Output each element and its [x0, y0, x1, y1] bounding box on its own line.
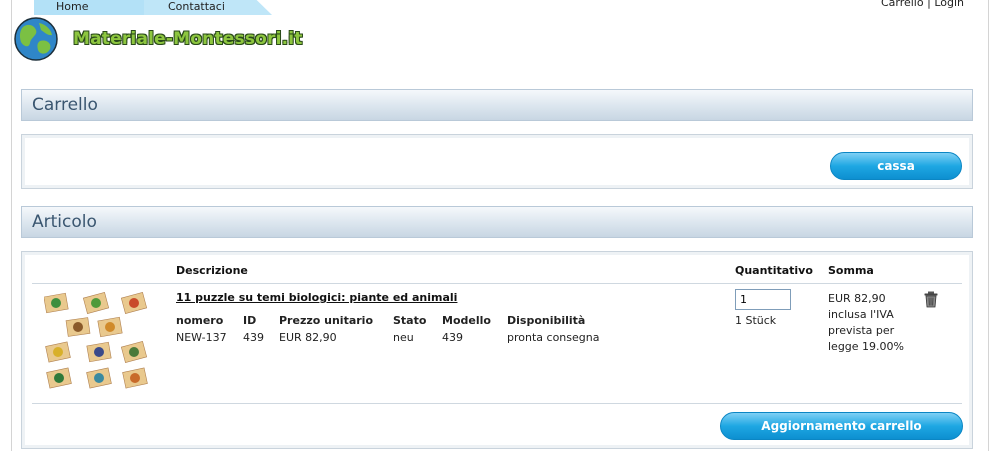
- quantity-input[interactable]: [735, 289, 791, 310]
- attr-value-unit-price: EUR 82,90: [279, 331, 337, 344]
- page-border-right: [988, 0, 989, 451]
- attr-header-id: ID: [243, 314, 257, 327]
- attr-header-state: Stato: [393, 314, 427, 327]
- col-sum-header: Somma: [828, 264, 874, 277]
- attr-value-model: 439: [442, 331, 463, 344]
- attr-value-id: 439: [243, 331, 264, 344]
- attr-header-unit-price: Prezzo unitario: [279, 314, 374, 327]
- item-divider: [32, 403, 962, 404]
- trash-icon[interactable]: [923, 291, 939, 308]
- vat-note-line-3: legge 19.00%: [828, 340, 904, 353]
- attr-value-state: neu: [393, 331, 414, 344]
- cart-section-title: Carrello: [32, 95, 98, 115]
- globe-logo-icon[interactable]: [14, 17, 58, 61]
- attr-value-availability: pronta consegna: [507, 331, 600, 344]
- checkout-button[interactable]: cassa: [830, 152, 962, 180]
- attr-header-availability: Disponibilità: [507, 314, 586, 327]
- login-link[interactable]: Login: [934, 0, 964, 9]
- col-quantity-header: Quantitativo: [735, 264, 813, 277]
- tab-contact[interactable]: Contattaci: [144, 0, 272, 15]
- line-total: EUR 82,90 inclusa l'IVA prevista per leg…: [828, 291, 904, 355]
- cart-link[interactable]: Carrello: [881, 0, 924, 9]
- tab-home-label: Home: [56, 0, 89, 13]
- product-name-link[interactable]: 11 puzzle su temi biologici: piante ed a…: [176, 291, 457, 304]
- quantity-unit: 1 Stück: [735, 314, 777, 327]
- tab-home[interactable]: Home: [34, 0, 158, 15]
- update-cart-button[interactable]: Aggiornamento carrello: [720, 412, 963, 440]
- header-divider: [32, 283, 962, 284]
- attr-value-number: NEW-137: [176, 331, 227, 344]
- header-links: Carrello | Login: [881, 0, 964, 9]
- articles-section-bar: Articolo: [21, 206, 973, 238]
- link-separator: |: [927, 0, 931, 9]
- product-thumbnail[interactable]: [44, 292, 158, 392]
- page-border-left: [11, 0, 12, 451]
- vat-note-line-2: prevista per: [828, 324, 895, 337]
- attr-header-number: nomero: [176, 314, 224, 327]
- vat-note-line-1: inclusa l'IVA: [828, 308, 894, 321]
- attr-header-model: Modello: [442, 314, 491, 327]
- articles-section-title: Articolo: [32, 212, 97, 232]
- tab-contact-label: Contattaci: [168, 0, 225, 13]
- col-description-header: Descrizione: [176, 264, 248, 277]
- line-total-amount: EUR 82,90: [828, 292, 886, 305]
- cart-section-bar: Carrello: [21, 89, 973, 121]
- logo-text[interactable]: Materiale-Montessori.it: [73, 29, 303, 49]
